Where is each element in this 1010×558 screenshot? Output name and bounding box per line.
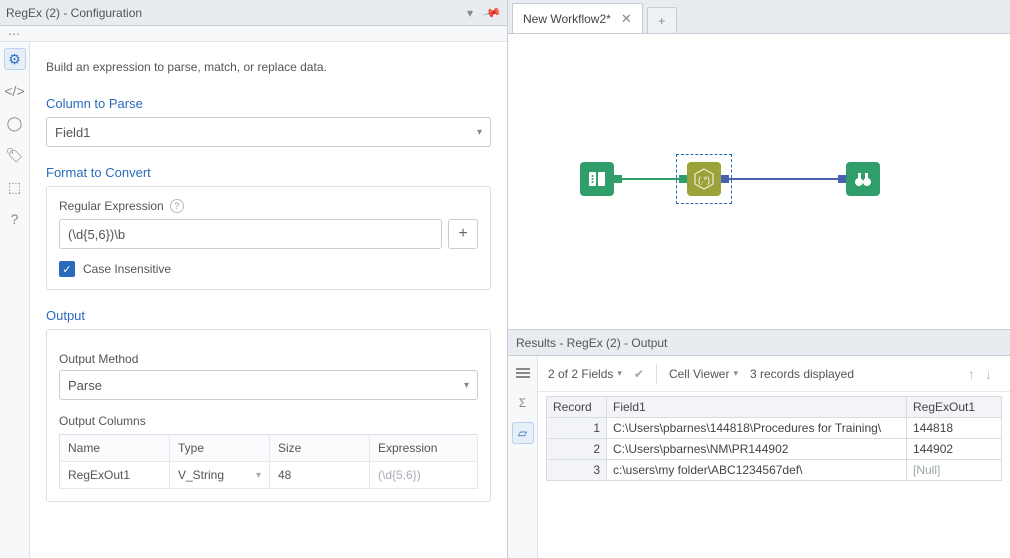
- config-title: RegEx (2) - Configuration: [6, 6, 457, 20]
- close-icon[interactable]: ✕: [621, 11, 632, 27]
- output-method-select[interactable]: Parse ▾: [59, 370, 478, 400]
- pin-icon[interactable]: 📌: [480, 0, 505, 25]
- tab-label: New Workflow2*: [523, 12, 611, 26]
- connector: [729, 178, 846, 180]
- sigma-icon[interactable]: Σ: [512, 392, 534, 414]
- results-header: Results - RegEx (2) - Output: [508, 330, 1010, 356]
- target-icon[interactable]: ◯: [4, 112, 26, 134]
- col-type-header: Type: [170, 435, 270, 462]
- format-label: Format to Convert: [46, 165, 491, 180]
- cell-viewer-dropdown[interactable]: Cell Viewer ▾: [669, 367, 738, 381]
- arrow-down-icon[interactable]: ↓: [985, 366, 992, 382]
- list-view-icon[interactable]: [512, 362, 534, 384]
- case-insensitive-checkbox[interactable]: ✓: [59, 261, 75, 277]
- workflow-tab[interactable]: New Workflow2* ✕: [512, 3, 643, 33]
- arrow-up-icon[interactable]: ↑: [968, 366, 975, 382]
- regex-label: Regular Expression: [59, 199, 164, 213]
- col-size-header: Size: [270, 435, 370, 462]
- method-label: Output Method: [59, 352, 478, 366]
- table-row[interactable]: RegExOut1 V_String ▾ 48 (\d{5,6}): [60, 462, 478, 489]
- column-to-parse-select[interactable]: Field1 ▾: [46, 117, 491, 147]
- workflow-canvas[interactable]: (.*): [508, 34, 1010, 330]
- table-header-row: Name Type Size Expression: [60, 435, 478, 462]
- new-tab-button[interactable]: +: [647, 7, 677, 33]
- column-value: Field1: [55, 125, 90, 140]
- results-controls: 2 of 2 Fields ▾ ✔ Cell Viewer ▾ 3 record…: [538, 356, 1010, 392]
- grid-row[interactable]: 2 C:\Users\pbarnes\NM\PR144902 144902: [547, 439, 1002, 460]
- input-tool-node[interactable]: [580, 162, 614, 196]
- chevron-down-icon: ▾: [256, 470, 261, 481]
- chevron-down-icon: ▾: [617, 368, 622, 379]
- right-panel: New Workflow2* ✕ + (.*) Results - RegEx …: [508, 0, 1010, 558]
- record-header[interactable]: Record: [547, 397, 607, 418]
- box-icon[interactable]: ⬚: [4, 176, 26, 198]
- regex-help-icon[interactable]: ?: [170, 199, 184, 213]
- intro-text: Build an expression to parse, match, or …: [46, 60, 491, 74]
- output-label: Output: [46, 308, 491, 323]
- check-icon[interactable]: ✔: [634, 367, 644, 381]
- output-columns-table: Name Type Size Expression RegExOut1 V_St…: [59, 434, 478, 489]
- fields-dropdown[interactable]: 2 of 2 Fields ▾: [548, 367, 622, 381]
- field1-header[interactable]: Field1: [607, 397, 907, 418]
- page-view-icon[interactable]: ▱: [512, 422, 534, 444]
- regexout1-header[interactable]: RegExOut1: [907, 397, 1002, 418]
- chevron-down-icon: ▾: [464, 380, 469, 391]
- regex-input[interactable]: (\d{5,6})\b: [59, 219, 442, 249]
- col-expr-header: Expression: [370, 435, 478, 462]
- browse-tool-node[interactable]: [846, 162, 880, 196]
- chevron-down-icon: ▾: [733, 368, 738, 379]
- config-toolstrip: ⚙ </> ◯ 🏷 ⬚ ?: [0, 42, 30, 558]
- regex-value: (\d{5,6})\b: [68, 227, 125, 242]
- grid-header-row: Record Field1 RegExOut1: [547, 397, 1002, 418]
- grid-row[interactable]: 1 C:\Users\pbarnes\144818\Procedures for…: [547, 418, 1002, 439]
- help-icon[interactable]: ?: [4, 208, 26, 230]
- col-name-header: Name: [60, 435, 170, 462]
- col-expr-cell: (\d{5,6}): [370, 462, 478, 489]
- records-displayed-text: 3 records displayed: [750, 367, 854, 381]
- grid-row[interactable]: 3 c:\users\my folder\ABC1234567def\ [Nul…: [547, 460, 1002, 481]
- column-to-parse-label: Column to Parse: [46, 96, 491, 111]
- drag-handle[interactable]: ⋯: [0, 26, 507, 42]
- col-size-cell[interactable]: 48: [270, 462, 370, 489]
- regex-tool-node[interactable]: (.*): [687, 162, 721, 196]
- svg-text:(.*): (.*): [698, 175, 710, 185]
- method-value: Parse: [68, 378, 102, 393]
- configuration-panel: RegEx (2) - Configuration ▾ 📌 ⋯ ⚙ </> ◯ …: [0, 0, 508, 558]
- case-insensitive-label: Case Insensitive: [83, 262, 171, 276]
- col-name-cell[interactable]: RegExOut1: [60, 462, 170, 489]
- columns-label: Output Columns: [59, 414, 478, 428]
- regex-add-button[interactable]: +: [448, 219, 478, 249]
- output-section: Output Method Parse ▾ Output Columns Nam…: [46, 329, 491, 502]
- config-header: RegEx (2) - Configuration ▾ 📌: [0, 0, 507, 26]
- results-grid: Record Field1 RegExOut1 1 C:\Users\pbarn…: [546, 396, 1002, 481]
- format-section: Regular Expression ? (\d{5,6})\b + ✓ Cas…: [46, 186, 491, 290]
- gear-icon[interactable]: ⚙: [4, 48, 26, 70]
- col-type-cell[interactable]: V_String ▾: [170, 462, 270, 489]
- workflow-tabs: New Workflow2* ✕ +: [508, 0, 1010, 34]
- dropdown-icon[interactable]: ▾: [461, 4, 479, 22]
- results-title: Results - RegEx (2) - Output: [516, 336, 667, 350]
- results-toolstrip: Σ ▱: [508, 356, 538, 558]
- tag-icon[interactable]: 🏷: [4, 144, 26, 166]
- results-panel: Results - RegEx (2) - Output Σ ▱ 2 of 2 …: [508, 330, 1010, 558]
- code-icon[interactable]: </>: [4, 80, 26, 102]
- chevron-down-icon: ▾: [477, 127, 482, 138]
